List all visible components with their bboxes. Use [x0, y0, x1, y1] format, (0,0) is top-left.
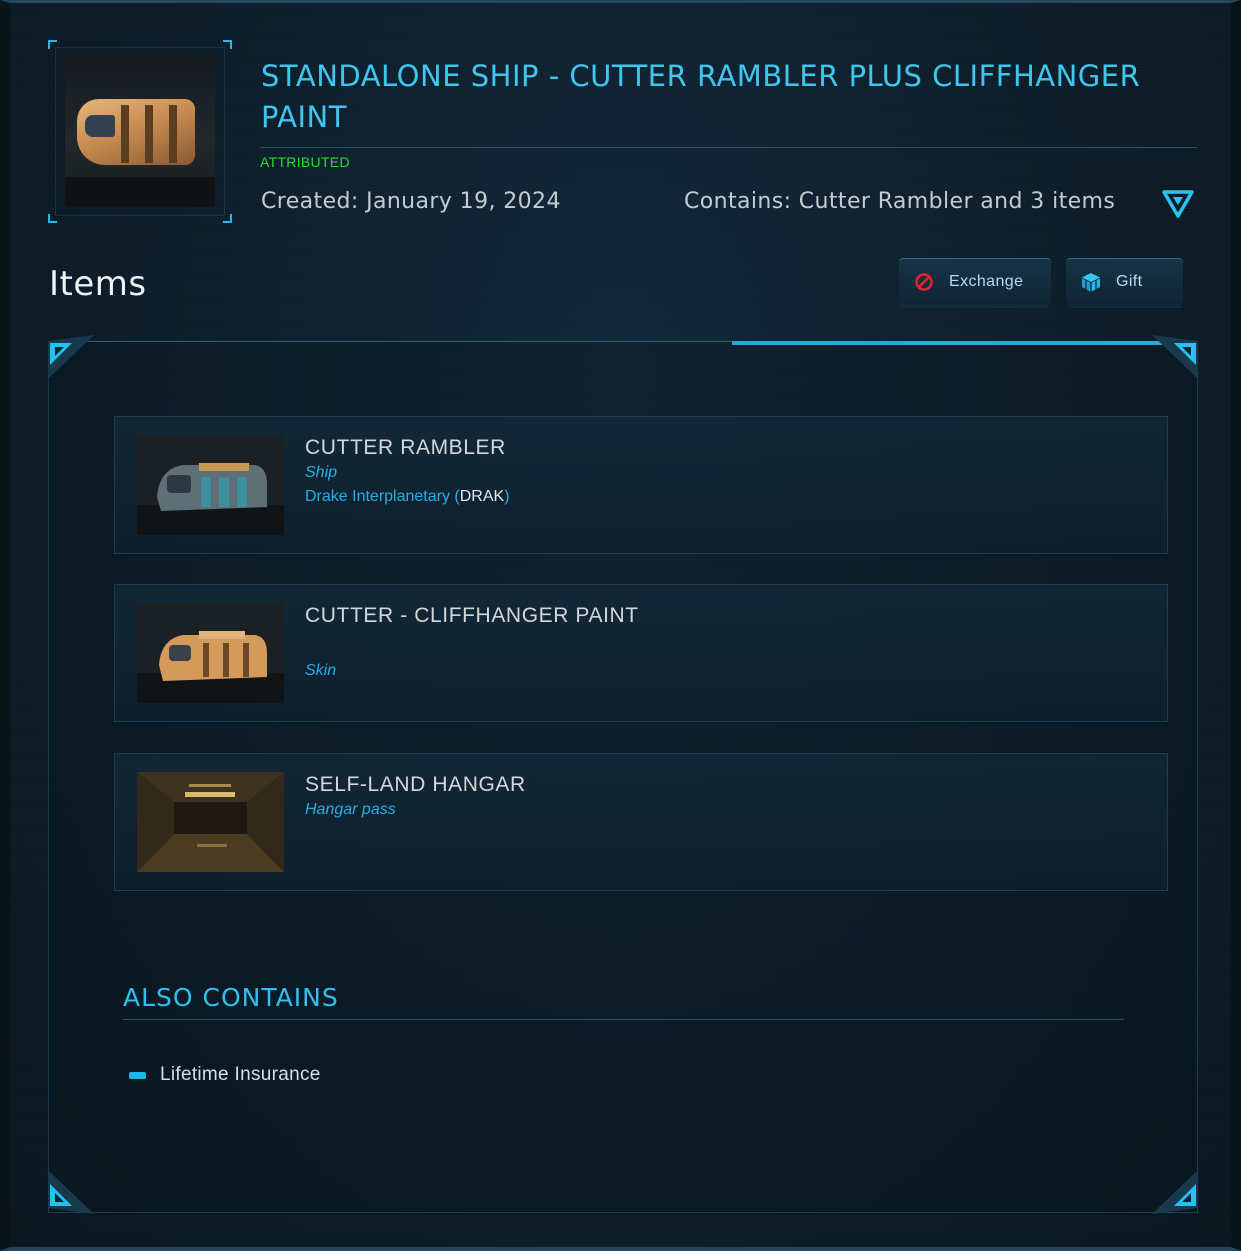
gift-box-icon — [1080, 271, 1102, 293]
manufacturer-code: DRAK — [459, 488, 505, 505]
also-contains-item: Lifetime Insurance — [129, 1064, 321, 1086]
title-divider — [260, 147, 1198, 148]
list-item[interactable]: CUTTER RAMBLER Ship Drake Interplanetary… — [114, 416, 1168, 554]
items-heading: Items — [49, 264, 147, 304]
pledge-ship-image — [65, 56, 215, 207]
bullet-icon — [129, 1071, 146, 1079]
item-type: Skin — [305, 662, 337, 679]
created-date: Created: January 19, 2024 — [261, 189, 561, 214]
gift-button[interactable]: Gift — [1066, 258, 1183, 304]
item-manufacturer[interactable]: Drake Interplanetary (DRAK) — [305, 488, 510, 506]
item-name: SELF-LAND HANGAR — [305, 773, 526, 796]
exchange-label: Exchange — [949, 272, 1024, 290]
panel-corner-bottom-left — [48, 1170, 94, 1214]
item-hangar-image — [137, 772, 284, 872]
exchange-button[interactable]: Exchange — [899, 258, 1051, 304]
manufacturer-name: Drake Interplanetary — [305, 488, 450, 505]
status-badge: ATTRIBUTED — [260, 154, 350, 170]
item-type: Hangar pass — [305, 801, 396, 818]
pledge-thumbnail-frame — [48, 40, 232, 223]
expand-toggle-button[interactable] — [1160, 188, 1196, 220]
item-type: Ship — [305, 464, 338, 481]
item-ship-image — [137, 435, 284, 535]
also-contains-label: Lifetime Insurance — [160, 1064, 321, 1085]
pledge-title: STANDALONE SHIP - CUTTER RAMBLER PLUS CL… — [261, 59, 1141, 134]
list-item[interactable]: SELF-LAND HANGAR Hangar pass — [114, 753, 1168, 891]
chevron-down-triangle-icon — [1162, 190, 1194, 218]
list-item[interactable]: CUTTER - CLIFFHANGER PAINT Skin — [114, 584, 1168, 722]
gift-label: Gift — [1116, 272, 1143, 290]
panel-corner-bottom-right — [1152, 1170, 1198, 1214]
prohibited-icon — [913, 271, 935, 293]
also-contains-heading: ALSO CONTAINS — [123, 983, 339, 1012]
panel-corner-top-left — [48, 335, 94, 379]
contains-summary: Contains: Cutter Rambler and 3 items — [684, 189, 1116, 214]
panel-accent-bar — [732, 341, 1198, 345]
item-name: CUTTER RAMBLER — [305, 436, 506, 459]
panel-corner-top-right — [1152, 335, 1198, 379]
item-paint-image — [137, 603, 284, 703]
also-contains-divider — [123, 1019, 1124, 1020]
item-name: CUTTER - CLIFFHANGER PAINT — [305, 604, 639, 627]
